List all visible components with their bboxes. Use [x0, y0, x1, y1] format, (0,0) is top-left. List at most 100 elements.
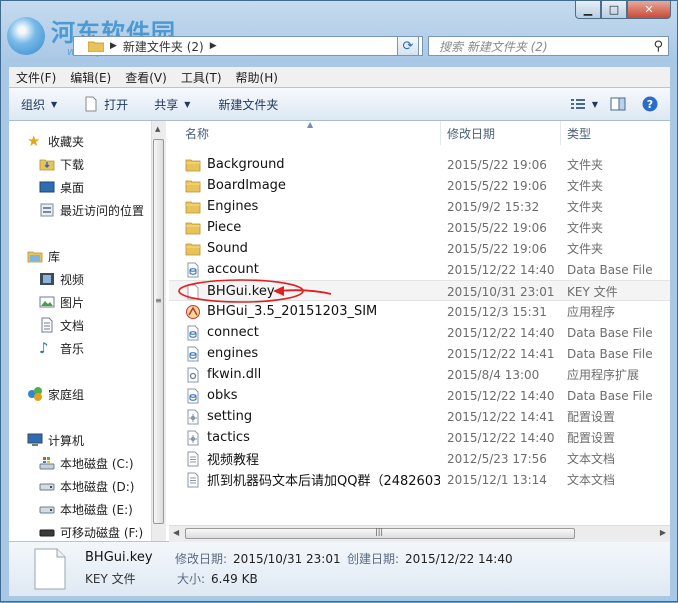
file-name-cell[interactable]: setting [185, 406, 440, 427]
file-name-cell[interactable]: Background [185, 154, 440, 175]
horizontal-scrollbar[interactable]: ◀ ||| ▶ [169, 525, 670, 542]
nav-favorites[interactable]: ★ 收藏夹 [27, 131, 84, 151]
file-name-cell[interactable]: engines [185, 343, 440, 364]
nav-item-drive-e[interactable]: 本地磁盘 (E:) [39, 499, 133, 519]
file-row[interactable]: setting 2015/12/22 14:41 配置设置 [169, 406, 670, 427]
maximize-button[interactable]: □ [601, 1, 627, 19]
file-name-cell[interactable]: Piece [185, 217, 440, 238]
column-header-type[interactable]: 类型 [567, 121, 670, 145]
file-row[interactable]: Engines 2015/9/2 15:32 文件夹 [169, 196, 670, 217]
chevron-down-icon: ▼ [184, 99, 191, 109]
file-row[interactable]: BHGui.key 2015/10/31 23:01 KEY 文件 [169, 280, 670, 301]
column-divider[interactable] [560, 121, 561, 145]
file-row[interactable]: 视频教程 2012/5/23 17:56 文本文档 [169, 448, 670, 469]
file-date-cell: 2015/12/22 14:40 [447, 430, 555, 445]
help-button[interactable]: ? [634, 96, 670, 112]
nav-item-drive-f[interactable]: 可移动磁盘 (F:) [39, 522, 143, 541]
scroll-grip-icon: ||| [375, 527, 384, 536]
scroll-left-icon[interactable]: ◀ [173, 528, 179, 537]
file-name-cell[interactable]: tactics [185, 427, 440, 448]
nav-computer[interactable]: 计算机 [27, 430, 84, 450]
file-name-cell[interactable]: Sound [185, 238, 440, 259]
chevron-down-icon: ▼ [591, 99, 598, 109]
file-name: obks [207, 388, 238, 403]
file-row[interactable]: BHGui_3.5_20151203_SIM 2015/12/3 15:31 应用程… [169, 301, 670, 322]
nav-scrollbar-thumb[interactable] [153, 139, 164, 524]
file-row[interactable]: fkwin.dll 2015/8/4 13:00 应用程序扩展 [169, 364, 670, 385]
preview-pane-button[interactable] [602, 96, 634, 112]
nav-item-drive-d[interactable]: 本地磁盘 (D:) [39, 476, 134, 496]
file-row[interactable]: tactics 2015/12/22 14:40 配置设置 [169, 427, 670, 448]
folder-icon [185, 159, 201, 171]
file-name-cell[interactable]: Engines [185, 196, 440, 217]
nav-item-desktop[interactable]: 桌面 [39, 177, 84, 197]
menu-view[interactable]: 查看(V) [118, 69, 174, 86]
scroll-right-icon[interactable]: ▶ [660, 528, 666, 537]
address-path[interactable]: 新建文件夹 (2) [123, 38, 204, 55]
file-name-cell[interactable]: connect [185, 322, 440, 343]
column-divider[interactable] [440, 121, 441, 145]
organize-button[interactable]: 组织 ▼ [9, 96, 65, 113]
file-name-cell[interactable]: BoardImage [185, 175, 440, 196]
file-name-cell[interactable]: BHGui.key [185, 281, 440, 302]
search-input[interactable]: 搜索 新建文件夹 (2) ⚲ [428, 36, 669, 56]
menu-file[interactable]: 文件(F) [9, 69, 63, 86]
file-name-cell[interactable]: account [185, 259, 440, 280]
open-button[interactable]: 打开 [65, 96, 136, 113]
view-options-button[interactable]: ▼ [562, 96, 602, 112]
column-header-date[interactable]: 修改日期 [447, 121, 565, 145]
organize-label: 组织 [21, 97, 46, 112]
file-row[interactable]: Sound 2015/5/22 19:06 文件夹 [169, 238, 670, 259]
refresh-icon: ⟳ [402, 38, 414, 54]
breadcrumb-arrow-icon[interactable]: ▶ [110, 41, 117, 51]
file-open-icon [85, 96, 97, 112]
file-row[interactable]: Piece 2015/5/22 19:06 文件夹 [169, 217, 670, 238]
file-name-cell[interactable]: fkwin.dll [185, 364, 440, 385]
file-date-cell: 2015/12/3 15:31 [447, 304, 547, 319]
new-folder-button[interactable]: 新建文件夹 [198, 96, 286, 113]
minimize-button[interactable]: ▁ [575, 1, 601, 19]
details-file-name: BHGui.key [85, 550, 153, 565]
menu-help[interactable]: 帮助(H) [229, 69, 285, 86]
file-name-cell[interactable]: 抓到机器码文本后请加QQ群（2482603... [185, 469, 440, 490]
file-date-cell: 2015/5/22 19:06 [447, 220, 547, 235]
library-icon [27, 251, 43, 263]
file-type-cell: 文件夹 [567, 158, 604, 172]
nav-item-music[interactable]: ♪ 音乐 [39, 338, 84, 358]
nav-item-drive-c[interactable]: 本地磁盘 (C:) [39, 453, 134, 473]
breadcrumb-arrow-icon[interactable]: ▶ [210, 41, 217, 51]
nav-item-videos[interactable]: 视频 [39, 269, 84, 289]
file-row[interactable]: engines 2015/12/22 14:41 Data Base File [169, 343, 670, 364]
menu-tools[interactable]: 工具(T) [174, 69, 229, 86]
nav-item-documents[interactable]: 文档 [39, 315, 84, 335]
nav-item-recent[interactable]: 最近访问的位置 [39, 200, 144, 220]
column-header-name[interactable]: 名称 [185, 121, 443, 145]
address-bar[interactable]: ▶ 新建文件夹 (2) ▶ ▼ [73, 36, 423, 56]
file-name: account [207, 262, 259, 277]
file-name-cell[interactable]: obks [185, 385, 440, 406]
share-button[interactable]: 共享 ▼ [136, 96, 198, 113]
database-file-icon [187, 388, 199, 403]
nav-item-pictures[interactable]: 图片 [39, 292, 84, 312]
refresh-button[interactable]: ⟳ [397, 36, 419, 56]
details-modified: 修改日期: 2015/10/31 23:01 [175, 552, 341, 566]
nav-scrollbar[interactable]: ▲ ≡ [151, 121, 166, 541]
file-row[interactable]: Background 2015/5/22 19:06 文件夹 [169, 154, 670, 175]
nav-homegroup[interactable]: 家庭组 [27, 384, 84, 404]
hard-drive-icon [39, 483, 55, 491]
file-row[interactable]: connect 2015/12/22 14:40 Data Base File [169, 322, 670, 343]
nav-item-downloads[interactable]: 下载 [39, 154, 84, 174]
scroll-up-icon[interactable]: ▲ [155, 125, 160, 133]
file-name-cell[interactable]: 视频教程 [185, 448, 440, 469]
file-row[interactable]: account 2015/12/22 14:40 Data Base File [169, 259, 670, 280]
search-icon[interactable]: ⚲ [653, 39, 663, 54]
menu-edit[interactable]: 编辑(E) [63, 69, 118, 86]
svg-text:?: ? [647, 98, 653, 111]
close-button[interactable]: ✕ [627, 1, 671, 19]
file-name-cell[interactable]: BHGui_3.5_20151203_SIM [185, 301, 440, 322]
file-row[interactable]: obks 2015/12/22 14:40 Data Base File [169, 385, 670, 406]
database-file-icon [187, 346, 199, 361]
file-row[interactable]: 抓到机器码文本后请加QQ群（2482603... 2015/12/1 13:14 文… [169, 469, 670, 490]
file-row[interactable]: BoardImage 2015/5/22 19:06 文件夹 [169, 175, 670, 196]
nav-libraries[interactable]: 库 [27, 246, 60, 266]
